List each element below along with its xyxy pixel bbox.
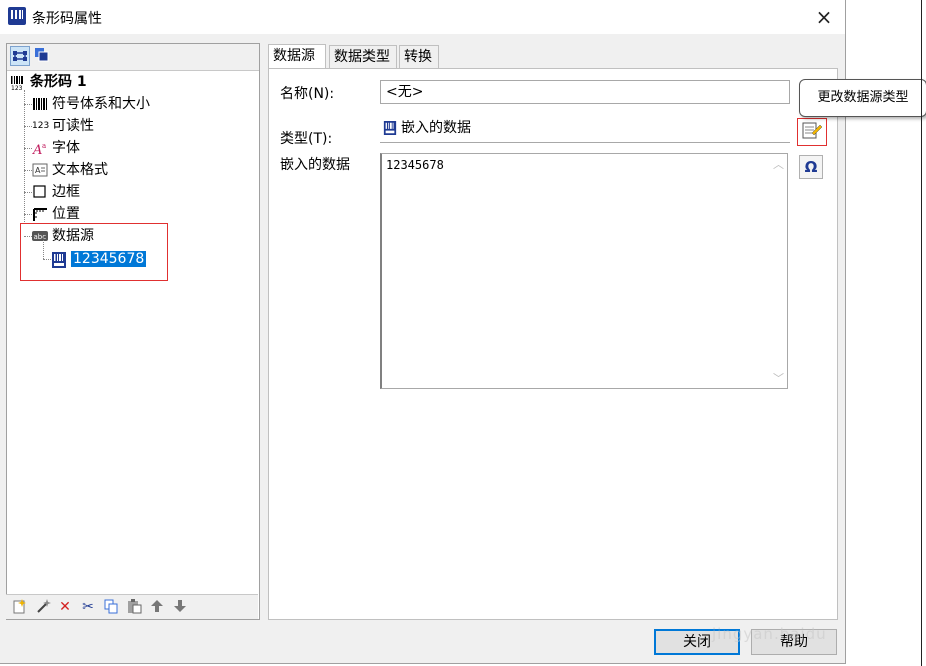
embedded-data-value: 12345678 xyxy=(386,158,444,172)
tree-root-label: 条形码 1 xyxy=(30,74,87,90)
barcode-properties-dialog: 条形码属性 × 123 条形码 1 符号体系和大小 123 可读性 A a 字体… xyxy=(0,0,926,664)
tab-transform[interactable]: 转换 xyxy=(399,45,439,68)
tree-item-label: 文本格式 xyxy=(52,162,108,178)
border-icon xyxy=(32,185,48,199)
layers-view-icon[interactable] xyxy=(33,46,53,66)
embedded-data-textarea[interactable]: 12345678 ︿ ﹀ xyxy=(380,153,788,389)
font-icon: Aa xyxy=(32,141,48,158)
svg-text:a: a xyxy=(42,142,46,150)
property-tree: 123 条形码 1 符号体系和大小 123 可读性 Aa 字体 A 文本格式 边… xyxy=(7,72,259,592)
scroll-up-icon[interactable]: ︿ xyxy=(773,156,784,172)
tab-data-type[interactable]: 数据类型 xyxy=(329,45,397,68)
scroll-down-icon[interactable]: ﹀ xyxy=(773,370,784,386)
tree-item-label: 可读性 xyxy=(52,118,94,134)
barcode-app-icon xyxy=(8,7,26,25)
cut-icon[interactable]: ✂ xyxy=(79,598,97,616)
name-field[interactable]: <无> xyxy=(380,80,790,104)
tree-item-font[interactable]: Aa 字体 xyxy=(32,138,80,158)
name-label: 名称(N): xyxy=(280,86,335,102)
tree-item-position[interactable]: 位置 xyxy=(32,204,80,224)
type-value: 嵌入的数据 xyxy=(380,118,790,142)
type-label: 类型(T): xyxy=(280,131,333,147)
text-format-icon: A xyxy=(32,163,48,177)
watermark: jingyan.baidu xyxy=(712,625,827,643)
tab-data-source[interactable]: 数据源 xyxy=(268,44,326,69)
tree-root[interactable]: 123 条形码 1 xyxy=(10,72,87,92)
tree-item-label: 字体 xyxy=(52,140,80,156)
position-icon xyxy=(32,207,48,221)
svg-text:A: A xyxy=(35,166,41,175)
window-title: 条形码属性 xyxy=(32,11,102,27)
tree-bottom-toolbar: ✕ ✂ xyxy=(6,594,258,619)
tree-item-text-format[interactable]: A 文本格式 xyxy=(32,160,108,180)
move-up-icon[interactable] xyxy=(148,598,166,616)
embedded-data-type-icon xyxy=(383,121,397,135)
highlight-box xyxy=(20,223,168,281)
tooltip: 更改数据源类型 xyxy=(799,79,926,117)
readable-text-icon: 123 xyxy=(32,121,50,131)
embedded-data-label: 嵌入的数据 xyxy=(280,157,350,173)
barcode-digits-glyph: 123 xyxy=(11,85,23,91)
tree-panel: 123 条形码 1 符号体系和大小 123 可读性 Aa 字体 A 文本格式 边… xyxy=(6,43,260,620)
wizard-icon[interactable] xyxy=(34,598,52,616)
tree-item-border[interactable]: 边框 xyxy=(32,182,80,202)
tree-item-readability[interactable]: 123 可读性 xyxy=(32,116,94,136)
new-item-icon[interactable] xyxy=(10,598,28,616)
close-icon[interactable]: × xyxy=(812,5,836,29)
object-view-icon[interactable] xyxy=(10,46,30,66)
special-character-button[interactable]: Ω xyxy=(799,155,823,179)
move-down-icon[interactable] xyxy=(171,598,189,616)
change-data-source-button[interactable] xyxy=(797,118,827,146)
tree-item-label: 符号体系和大小 xyxy=(52,96,150,112)
tree-item-label: 边框 xyxy=(52,184,80,200)
textarea-scrollbar[interactable]: ︿ ﹀ xyxy=(770,154,787,388)
tree-toolbar xyxy=(7,44,259,71)
barcode-icon xyxy=(32,97,48,111)
tree-item-symbology[interactable]: 符号体系和大小 xyxy=(32,94,150,114)
paste-icon[interactable] xyxy=(125,598,143,616)
copy-icon[interactable] xyxy=(102,598,120,616)
background-divider xyxy=(921,0,922,666)
title-bar: 条形码属性 × xyxy=(0,0,845,34)
tree-item-label: 位置 xyxy=(52,206,80,222)
delete-icon[interactable]: ✕ xyxy=(56,598,74,616)
barcode-root-icon: 123 xyxy=(10,75,26,92)
type-value-text: 嵌入的数据 xyxy=(401,120,471,136)
svg-text:A: A xyxy=(32,143,42,155)
